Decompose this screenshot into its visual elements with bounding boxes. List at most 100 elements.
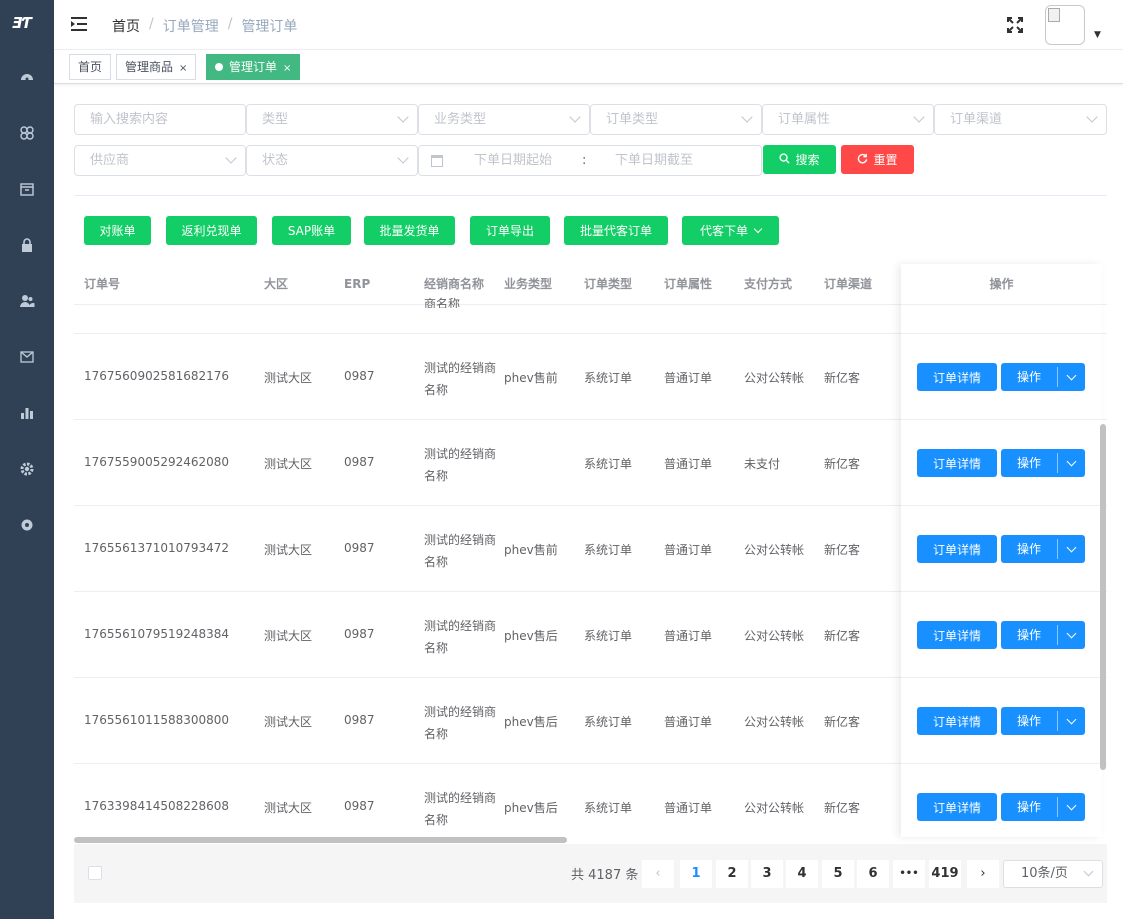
operation-split-button[interactable]: 操作	[1001, 621, 1085, 649]
avatar[interactable]	[1045, 5, 1085, 45]
order-date-range[interactable]: 下单日期起始 : 下单日期截至	[418, 145, 762, 176]
breadcrumb: 首页 / 订单管理 / 管理订单	[112, 16, 297, 36]
order-detail-button[interactable]: 订单详情	[917, 363, 997, 391]
chevron-down-icon[interactable]	[1058, 793, 1085, 821]
cell-erp: 0987	[344, 369, 375, 383]
breadcrumb-home[interactable]: 首页	[112, 16, 140, 36]
cell-payment: 未支付	[744, 457, 781, 471]
date-end-placeholder[interactable]: 下单日期截至	[615, 146, 693, 175]
order-detail-button[interactable]: 订单详情	[917, 535, 997, 563]
select-all-checkbox[interactable]	[88, 866, 102, 880]
sap-bill-button[interactable]: SAP账单	[272, 216, 351, 245]
order-type-select[interactable]: 订单类型	[590, 104, 762, 135]
tag-home[interactable]: 首页	[69, 54, 112, 80]
cell-region: 测试大区	[264, 543, 313, 557]
batch-ship-button[interactable]: 批量发货单	[364, 216, 455, 245]
operation-split-button[interactable]: 操作	[1001, 449, 1085, 477]
page-5[interactable]: 5	[822, 860, 854, 888]
type-select[interactable]: 类型	[246, 104, 418, 135]
logo[interactable]: ƎƬ	[12, 14, 42, 36]
business-type-select[interactable]: 业务类型	[418, 104, 590, 135]
chevron-down-icon[interactable]	[1058, 363, 1085, 391]
chart-bar-icon[interactable]	[17, 403, 37, 423]
proxy-order-dropdown[interactable]: 代客下单	[682, 216, 779, 245]
cog-icon[interactable]	[17, 515, 37, 535]
operation-label[interactable]: 操作	[1001, 793, 1057, 821]
box-icon[interactable]	[17, 179, 37, 199]
more-pages[interactable]: •••	[893, 860, 925, 888]
tag-manage-goods[interactable]: 管理商品 ×	[116, 54, 197, 80]
page-1[interactable]: 1	[680, 860, 712, 888]
row-divider	[901, 677, 1102, 678]
operation-label[interactable]: 操作	[1001, 707, 1057, 735]
search-button[interactable]: 搜索	[763, 145, 836, 174]
lock-icon[interactable]	[17, 235, 37, 255]
users-icon[interactable]	[17, 291, 37, 311]
cell-erp: 0987	[344, 455, 375, 469]
mail-icon[interactable]	[17, 347, 37, 367]
cell-order-attr: 普通订单	[664, 629, 713, 643]
operation-label[interactable]: 操作	[1001, 363, 1057, 391]
flower-icon[interactable]	[17, 123, 37, 143]
operation-label[interactable]: 操作	[1001, 535, 1057, 563]
order-detail-button[interactable]: 订单详情	[917, 793, 997, 821]
reset-button[interactable]: 重置	[841, 145, 914, 174]
page-last[interactable]: 419	[929, 860, 961, 888]
reconciliation-button[interactable]: 对账单	[84, 216, 151, 245]
cell-business-type: phev售前	[504, 543, 558, 557]
order-detail-button[interactable]: 订单详情	[917, 621, 997, 649]
chevron-down-icon[interactable]	[1058, 707, 1085, 735]
cell-region: 测试大区	[264, 715, 313, 729]
hamburger-icon[interactable]	[70, 15, 88, 33]
page-6[interactable]: 6	[857, 860, 889, 888]
order-channel-select[interactable]: 订单渠道	[934, 104, 1107, 135]
operation-label[interactable]: 操作	[1001, 449, 1057, 477]
rebate-redeem-button[interactable]: 返利兑现单	[166, 216, 257, 245]
breadcrumb-order-manage[interactable]: 订单管理	[163, 16, 219, 36]
chevron-down-icon[interactable]	[1058, 621, 1085, 649]
cell-order-attr: 普通订单	[664, 457, 713, 471]
tags-view: 首页 管理商品 × 管理订单 ×	[54, 50, 1123, 84]
operation-split-button[interactable]: 操作	[1001, 363, 1085, 391]
row-divider	[901, 419, 1102, 420]
search-input[interactable]: 输入搜索内容	[74, 104, 246, 135]
horizontal-scrollbar[interactable]	[74, 837, 567, 843]
supplier-select[interactable]: 供应商	[74, 145, 246, 176]
chevron-down-icon	[1083, 866, 1094, 877]
date-start-placeholder[interactable]: 下单日期起始	[474, 146, 552, 175]
reset-button-label: 重置	[873, 153, 898, 167]
cell-order-no: 1767559005292462080	[84, 455, 230, 469]
page-2[interactable]: 2	[716, 860, 748, 888]
cell-order-no: 1765561079519248384	[84, 627, 230, 641]
order-detail-button[interactable]: 订单详情	[917, 707, 997, 735]
order-detail-button[interactable]: 订单详情	[917, 449, 997, 477]
col-order-no: 订单号	[84, 277, 121, 291]
chevron-down-icon[interactable]	[1058, 449, 1085, 477]
cell-region: 测试大区	[264, 371, 313, 385]
order-attr-select[interactable]: 订单属性	[762, 104, 934, 135]
status-select[interactable]: 状态	[246, 145, 418, 176]
tag-manage-orders[interactable]: 管理订单 ×	[206, 54, 301, 80]
dashboard-icon[interactable]	[17, 67, 37, 87]
gear-icon[interactable]	[17, 459, 37, 479]
supplier-placeholder: 供应商	[90, 153, 130, 168]
batch-proxy-order-button[interactable]: 批量代客订单	[564, 216, 668, 245]
chevron-down-icon[interactable]	[1058, 535, 1085, 563]
page-3[interactable]: 3	[751, 860, 783, 888]
caret-down-icon[interactable]: ▼	[1094, 30, 1101, 40]
close-icon[interactable]: ×	[179, 63, 187, 74]
close-icon[interactable]: ×	[283, 63, 291, 74]
col-payment: 支付方式	[744, 277, 793, 291]
page-size-select[interactable]: 10条/页	[1003, 860, 1103, 888]
operation-split-button[interactable]: 操作	[1001, 707, 1085, 735]
next-page-button[interactable]: ›	[967, 860, 999, 888]
fullscreen-icon[interactable]	[1006, 16, 1024, 34]
vertical-scrollbar[interactable]	[1100, 424, 1106, 770]
page-4[interactable]: 4	[786, 860, 818, 888]
prev-page-button[interactable]: ‹	[642, 860, 674, 888]
chevron-down-icon	[397, 152, 409, 164]
operation-label[interactable]: 操作	[1001, 621, 1057, 649]
export-orders-button[interactable]: 订单导出	[470, 216, 550, 245]
operation-split-button[interactable]: 操作	[1001, 793, 1085, 821]
operation-split-button[interactable]: 操作	[1001, 535, 1085, 563]
